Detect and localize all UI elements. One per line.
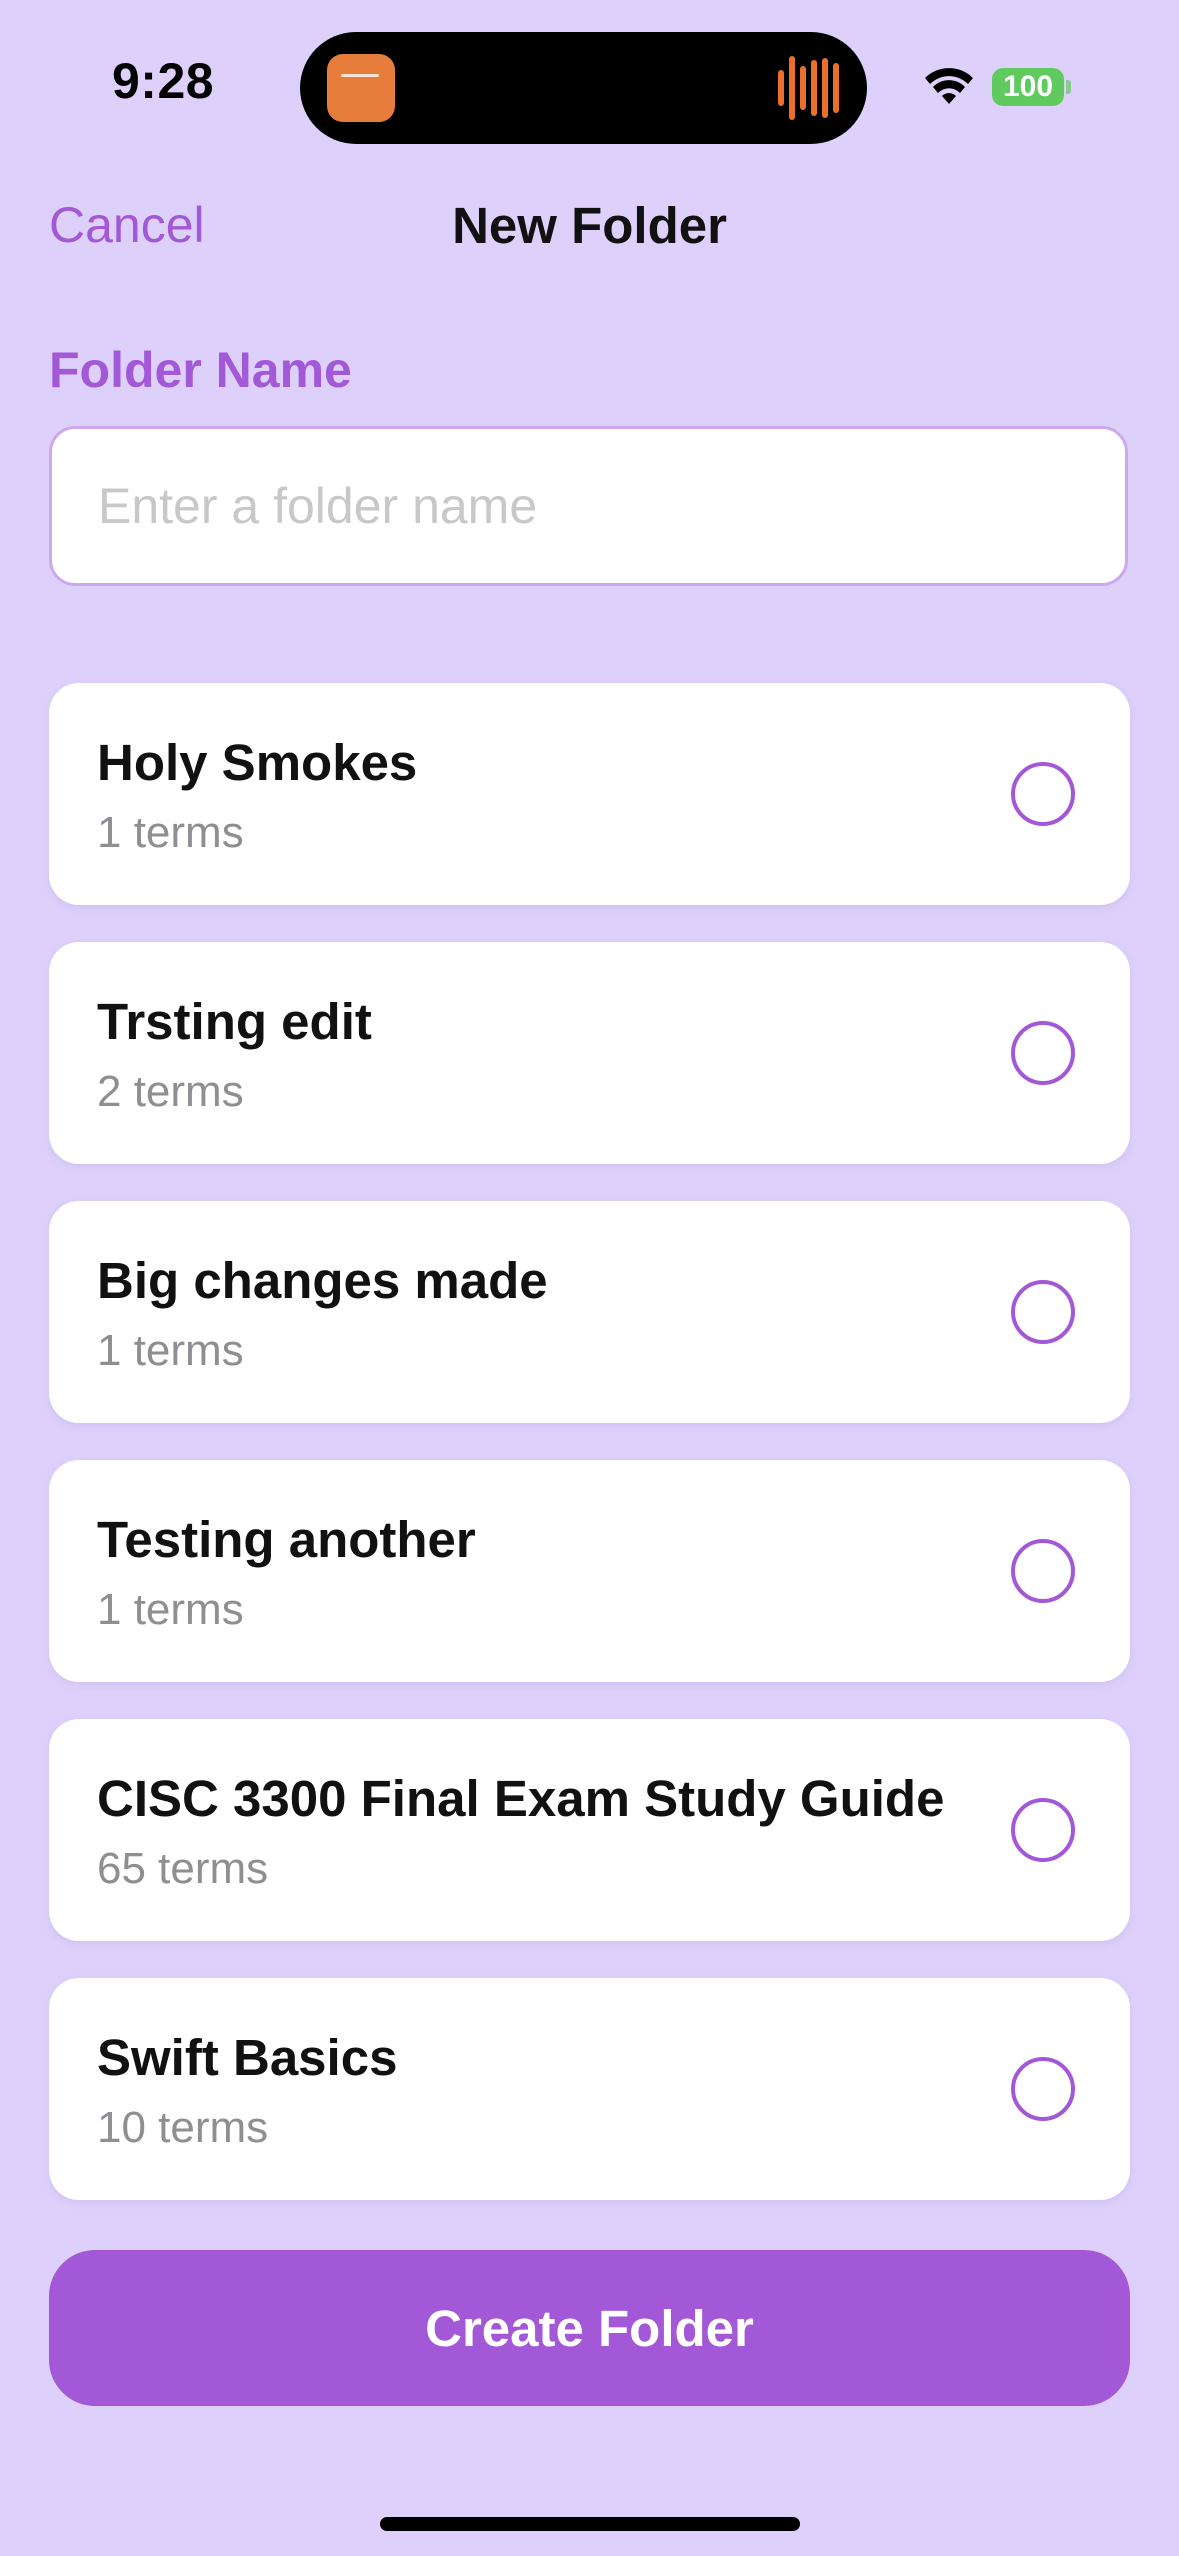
study-set-term-count: 10 terms <box>97 2103 269 2152</box>
folder-name-input[interactable] <box>49 426 1128 586</box>
study-set-title: Holy Smokes <box>97 734 418 791</box>
home-indicator[interactable] <box>380 2517 800 2531</box>
create-folder-button[interactable]: Create Folder <box>49 2250 1130 2406</box>
create-folder-label: Create Folder <box>425 2299 754 2357</box>
battery-level: 100 <box>1002 70 1054 103</box>
battery-indicator: 100 <box>992 68 1064 106</box>
wifi-icon <box>925 68 973 104</box>
study-set-title: Big changes made <box>97 1252 548 1309</box>
study-set-title: Swift Basics <box>97 2029 398 2086</box>
radio-unselected-icon[interactable] <box>1011 1539 1075 1603</box>
audio-waveform-icon <box>776 56 840 120</box>
radio-unselected-icon[interactable] <box>1011 2057 1075 2121</box>
study-set-term-count: 1 terms <box>97 808 244 857</box>
radio-unselected-icon[interactable] <box>1011 1280 1075 1344</box>
study-set-term-count: 1 terms <box>97 1585 244 1634</box>
folder-name-label: Folder Name <box>49 342 352 398</box>
study-set-row[interactable]: Testing another 1 terms <box>49 1460 1130 1682</box>
study-set-row[interactable]: Holy Smokes 1 terms <box>49 683 1130 905</box>
cancel-button[interactable]: Cancel <box>49 196 205 254</box>
radio-unselected-icon[interactable] <box>1011 1021 1075 1085</box>
status-time: 9:28 <box>112 53 215 109</box>
study-set-title: CISC 3300 Final Exam Study Guide <box>97 1770 945 1827</box>
study-set-row[interactable]: Trsting edit 2 terms <box>49 942 1130 1164</box>
study-set-term-count: 1 terms <box>97 1326 244 1375</box>
dynamic-island[interactable] <box>300 32 867 144</box>
study-set-row[interactable]: CISC 3300 Final Exam Study Guide 65 term… <box>49 1719 1130 1941</box>
study-set-title: Testing another <box>97 1511 476 1568</box>
study-set-term-count: 65 terms <box>97 1844 269 1893</box>
study-set-row[interactable]: Big changes made 1 terms <box>49 1201 1130 1423</box>
study-set-term-count: 2 terms <box>97 1067 244 1116</box>
study-set-row[interactable]: Swift Basics 10 terms <box>49 1978 1130 2200</box>
radio-unselected-icon[interactable] <box>1011 1798 1075 1862</box>
study-set-title: Trsting edit <box>97 993 372 1050</box>
battery-tip <box>1066 80 1071 94</box>
live-activity-app-icon <box>327 54 395 122</box>
radio-unselected-icon[interactable] <box>1011 762 1075 826</box>
